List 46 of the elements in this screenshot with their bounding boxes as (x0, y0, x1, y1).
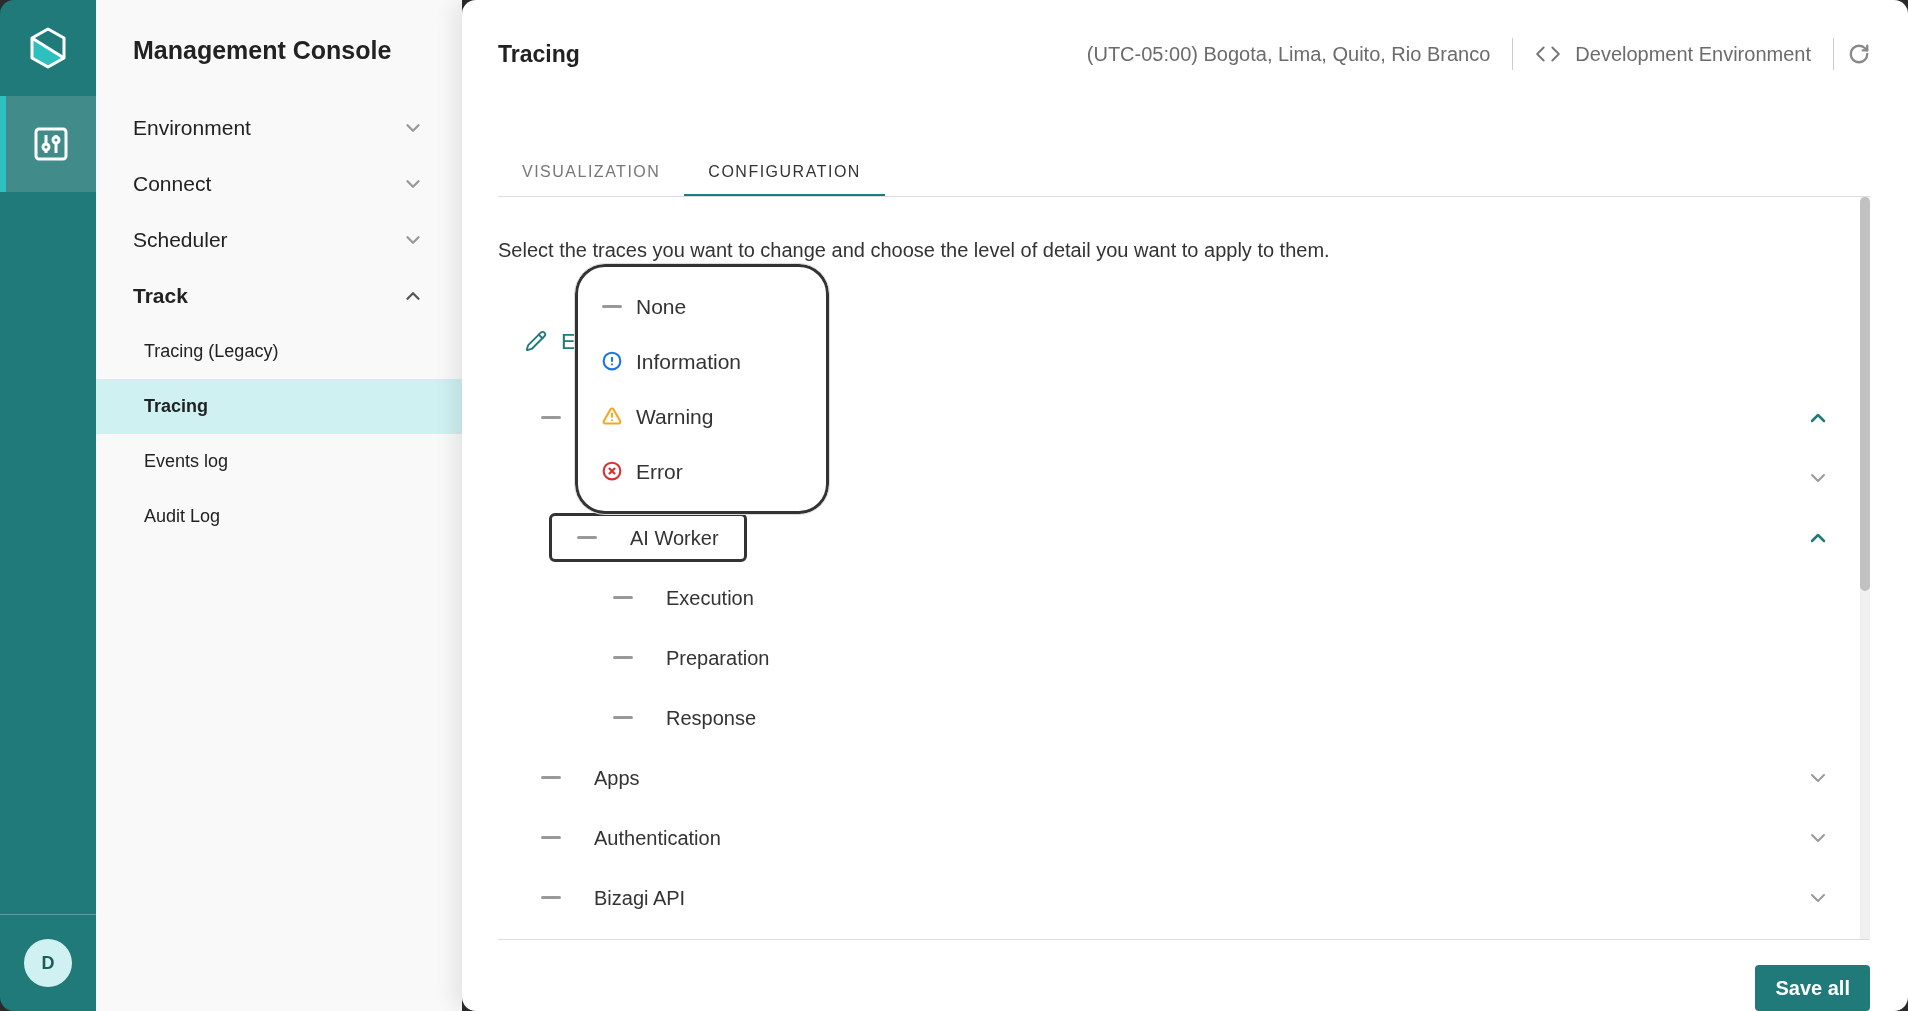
logo-icon (28, 26, 68, 70)
nav-item[interactable]: Audit Log (96, 489, 462, 544)
tab[interactable]: VISUALIZATION (498, 149, 685, 196)
dash-icon (541, 776, 561, 780)
edit-link[interactable]: E (561, 324, 576, 358)
error-icon (602, 461, 622, 482)
environment-label: Development Environment (1575, 41, 1811, 67)
menu-option[interactable]: None (578, 278, 826, 334)
nav-group[interactable]: Scheduler (96, 212, 462, 268)
refresh-icon[interactable] (1848, 42, 1870, 65)
tree-item-label[interactable]: Response (666, 702, 757, 733)
nav-group[interactable]: Track (96, 268, 462, 324)
info-icon (602, 351, 622, 372)
page-title: Tracing (498, 39, 580, 69)
dash-icon (541, 416, 561, 420)
dash-icon (577, 536, 597, 540)
tab[interactable]: CONFIGURATION (684, 149, 885, 196)
tree-item-label[interactable]: Bizagi API (594, 882, 686, 913)
nav-item[interactable]: Tracing (96, 379, 462, 434)
warning-icon (602, 406, 622, 427)
tree-item-label[interactable]: Preparation (666, 642, 770, 673)
dash-icon (541, 896, 561, 900)
save-all-button[interactable]: Save all (1755, 965, 1870, 1011)
instructions-text: Select the traces you want to change and choose the level of detail you want to apply to them. (498, 238, 1330, 261)
app-title: Management Console (132, 35, 393, 66)
menu-option[interactable]: Information (578, 333, 826, 389)
nav-group[interactable]: Connect (96, 156, 462, 212)
rail-tool-button[interactable] (0, 96, 96, 192)
dash-icon (613, 716, 633, 720)
tree-item-label[interactable]: Authentication (594, 822, 721, 853)
dash-icon (602, 304, 622, 308)
edit-icon[interactable] (525, 330, 547, 353)
dash-icon (613, 596, 633, 600)
nav-item[interactable]: Events log (96, 434, 462, 489)
nav-group[interactable]: Environment (96, 100, 462, 156)
nav-item[interactable]: Tracing (Legacy) (96, 324, 462, 379)
sliders-icon (34, 127, 68, 161)
tree-item-label[interactable]: Execution (666, 582, 754, 613)
menu-option[interactable]: Error (578, 443, 826, 499)
dash-icon (541, 836, 561, 840)
scrollbar[interactable] (1860, 196, 1870, 939)
user-avatar[interactable]: D (24, 939, 72, 987)
timezone-label: (UTC-05:00) Bogota, Lima, Quito, Rio Branco (1086, 41, 1491, 67)
dash-icon (613, 656, 633, 660)
tree-item-label[interactable]: Apps (594, 762, 640, 793)
menu-option[interactable]: Warning (578, 388, 826, 444)
